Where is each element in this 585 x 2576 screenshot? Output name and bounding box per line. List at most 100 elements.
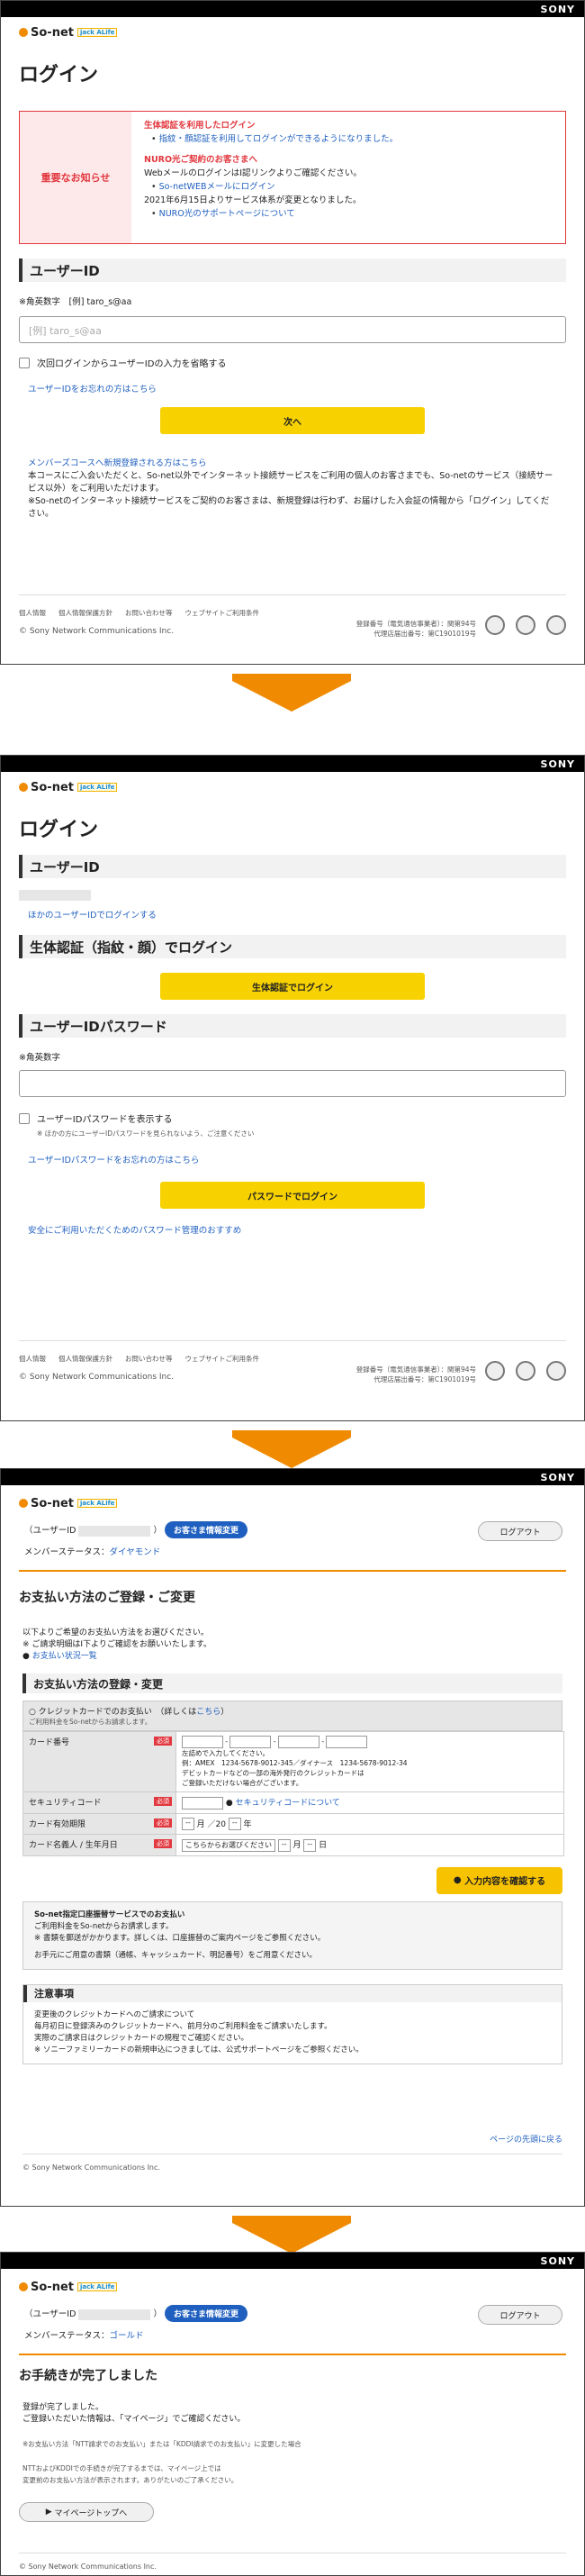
forgot-userid-link[interactable]: ユーザーIDをお忘れの方はこちら (28, 385, 157, 395)
card-number-input-1[interactable] (182, 1736, 223, 1748)
user-bar: （ユーザーID ） お客さま情報変更 ログアウト (1, 2305, 584, 2328)
card-number-input-4[interactable] (326, 1736, 368, 1748)
notice-link[interactable]: NURO光のサポートページについて (144, 207, 553, 221)
checkbox-icon (19, 357, 30, 368)
important-notice: 重要なお知らせ 生体認証を利用したログイン指紋・顔認証を利用してログインができる… (19, 111, 566, 244)
so-net-logo[interactable]: So-net jack ALife (19, 2281, 118, 2294)
page-title: ログイン (19, 64, 99, 86)
footer-link[interactable]: お問い合わせ等 (125, 1355, 173, 1363)
member-status: メンバーステータス：ダイヤモンド (24, 1547, 161, 1557)
sony-header-bar: SONY (1, 2253, 584, 2269)
registration-numbers: 登録番号（電気通信事業者）：関第94号 代理店届出番号：第C1901019号 (356, 620, 476, 638)
screen-login-password: SONY So-net jack ALife ログイン ユーザーID ほかのユーザ… (0, 755, 585, 1421)
down-arrow-icon (232, 674, 351, 712)
security-code-input[interactable] (182, 1796, 223, 1810)
logo-row: So-net jack ALife (1, 17, 584, 48)
footer-link[interactable]: 個人情報保護方針 (58, 609, 112, 617)
arrow-right-icon: ▶ (45, 2508, 52, 2517)
section-payment-register: お支払い方法の登録・変更 (22, 1673, 562, 1693)
page-title: お支払い方法のご登録・ご変更 (19, 1591, 195, 1605)
intro-link-icon: ● (22, 1652, 30, 1661)
show-password-note: ※ ほかの方にユーザーIDパスワードを見られないよう、ご注意ください (37, 1129, 255, 1138)
notice-link[interactable]: 指紋・顔認証を利用してログインができるようになりました。 (144, 132, 553, 146)
page-title: お手続きが完了しました (19, 2369, 158, 2383)
notice-body: 生体認証を利用したログイン指紋・顔認証を利用してログインができるようになりました… (131, 112, 565, 243)
down-arrow-icon (232, 2216, 351, 2254)
logo-row: So-net jack ALife (1, 772, 584, 803)
payment-status-link[interactable]: お支払い状況一覧 (32, 1652, 97, 1661)
register-info: メンバーズコースへ新規登録される方はこちら 本コースにご入会いただくと、So-n… (28, 458, 554, 519)
certification-icon (516, 615, 536, 635)
show-password-checkbox[interactable]: ユーザーIDパスワードを表示する (19, 1111, 566, 1125)
payment-intro: 以下よりご希望のお支払い方法をお選びください。 ※ ご請求明細はI下よりご確認を… (22, 1628, 212, 1661)
registration-numbers: 登録番号（電気通信事業者）：関第94号 代理店届出番号：第C1901019号 (356, 1365, 476, 1383)
dob-month-select[interactable]: -- (277, 1838, 291, 1852)
trust-seal-icon (546, 615, 566, 635)
notice-text: 生体認証を利用したログイン (144, 121, 256, 131)
masked-userid (78, 2308, 151, 2320)
radio-icon: ○ (29, 1708, 36, 1717)
change-info-button[interactable]: お客さま情報変更 (165, 1521, 248, 1538)
credit-detail-link[interactable]: こちら (196, 1708, 220, 1717)
user-bar: （ユーザーID ） お客さま情報変更 ログアウト (1, 1521, 584, 1545)
so-net-logo[interactable]: So-net jack ALife (19, 26, 118, 40)
privacy-mark-icon (485, 1361, 505, 1381)
forgot-password-link[interactable]: ユーザーIDパスワードをお忘れの方はこちら (28, 1156, 199, 1166)
masked-userid (19, 890, 91, 901)
footer: 個人情報 個人情報保護方針 お問い合わせ等 ウェブサイトご利用条件 © Sony Ne… (19, 594, 566, 649)
card-number-input-2[interactable] (230, 1736, 272, 1748)
footer-link[interactable]: 個人情報 (19, 1355, 46, 1363)
sony-header-bar: SONY (1, 1, 584, 17)
confirm-input-button[interactable]: ● 入力内容を確認する (436, 1866, 562, 1894)
footer-link[interactable]: 個人情報 (19, 609, 46, 617)
notice-text: WebメールのログインはI認リンクよりご確認ください。 (144, 168, 362, 178)
copyright: © Sony Network Communications Inc. (19, 1373, 175, 1382)
remember-userid-checkbox[interactable]: 次回ログインからユーザーIDの入力を省略する (19, 356, 566, 369)
other-userid-link[interactable]: ほかのユーザーIDでログインする (28, 911, 157, 921)
bank-transfer-option[interactable]: So-net指定口座振替サービスでのお支払い ご利用料金をSo-netからお請求… (22, 1900, 562, 1970)
notice-text: 2021年6月15日よりサービス体系が変更となりました。 (144, 195, 362, 205)
footer-link[interactable]: ウェブサイトご利用条件 (185, 609, 260, 617)
so-net-logo[interactable]: So-net jack ALife (19, 781, 118, 794)
card-number-input-3[interactable] (277, 1736, 320, 1748)
password-hint: ※角英数字 (19, 1053, 60, 1063)
screen-payment-method: SONY So-net jack ALife （ユーザーID ） お客さま情報変更… (0, 1468, 585, 2207)
register-link[interactable]: メンバーズコースへ新規登録される方はこちら (28, 458, 207, 468)
expiry-month-select[interactable]: -- (182, 1818, 194, 1830)
so-net-logo[interactable]: So-net jack ALife (19, 1497, 118, 1510)
complete-message: 登録が完了しました。 ご登録いただいた情報は、「マイページ」でご確認ください。 … (22, 2403, 302, 2484)
credit-card-option[interactable]: ○ クレジットカードでのお支払い （詳しくはこちら） ご利用料金をSo-netか… (22, 1701, 562, 1731)
page-title: ログイン (19, 819, 99, 841)
logo-row: So-net jack ALife (1, 1485, 584, 1521)
notice-link[interactable]: So-netWEBメールにログイン (144, 180, 553, 194)
footer-link[interactable]: 個人情報保護方針 (58, 1355, 112, 1363)
logout-button[interactable]: ログアウト (478, 2305, 562, 2325)
security-code-link[interactable]: セキュリティコードについて (236, 1799, 340, 1808)
expiry-label: カード有効期限 必須 (22, 1812, 176, 1835)
card-number-label: カード番号 必須 (22, 1731, 176, 1792)
security-code-label: セキュリティコード 必須 (22, 1791, 176, 1814)
password-login-button[interactable]: パスワードでログイン (160, 1182, 425, 1209)
footer-link[interactable]: ウェブサイトご利用条件 (185, 1355, 260, 1363)
next-button[interactable]: 次へ (160, 407, 425, 434)
mypage-top-button[interactable]: ▶ マイページトップへ (19, 2502, 154, 2522)
logout-button[interactable]: ログアウト (478, 1521, 562, 1541)
logo-dot-icon (19, 1499, 28, 1508)
password-safety-link[interactable]: 安全にご利用いただくためのパスワード管理のおすすめ (28, 1226, 241, 1236)
expiry-year-select[interactable]: -- (228, 1818, 241, 1830)
logo-dot-icon (19, 28, 28, 37)
change-info-button[interactable]: お客さま情報変更 (165, 2305, 248, 2322)
section-userid: ユーザーID (19, 855, 566, 878)
footer-link[interactable]: お問い合わせ等 (125, 609, 173, 617)
info-icon: ● (225, 1799, 233, 1808)
dob-day-select[interactable]: -- (303, 1838, 317, 1852)
masked-userid (78, 1525, 151, 1537)
footer: 個人情報 個人情報保護方針 お問い合わせ等 ウェブサイトご利用条件 © Sony Ne… (19, 1340, 566, 1394)
userid-input[interactable]: [例] taro_s@aa (19, 316, 566, 343)
arrow-right-icon: ● (453, 1875, 462, 1885)
back-to-top-link[interactable]: ページの先頭に戻る (490, 2136, 562, 2145)
biometric-login-button[interactable]: 生体認証でログイン (160, 973, 425, 1000)
cardholder-select[interactable]: こちらからお選びください (182, 1838, 275, 1852)
password-input[interactable] (19, 1070, 566, 1097)
logo-dot-icon (19, 2282, 28, 2291)
